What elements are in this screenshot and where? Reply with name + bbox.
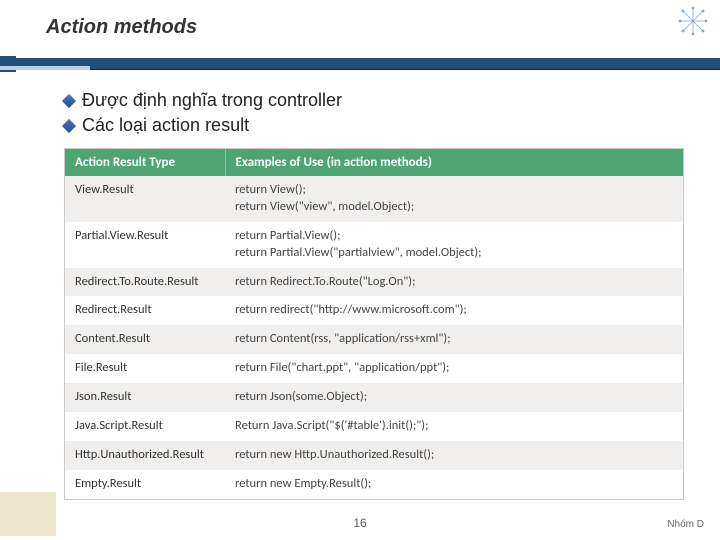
bullet-item: Được định nghĩa trong controller	[64, 90, 684, 111]
bullet-item: Các loại action result	[64, 115, 684, 136]
table-header-example: Examples of Use (in action methods)	[225, 149, 683, 176]
table-row: File.Resultreturn File("chart.ppt", "app…	[65, 354, 683, 383]
cell-type: Redirect.Result	[65, 296, 225, 325]
page-title: Action methods	[46, 16, 720, 39]
cell-type: Partial.View.Result	[65, 222, 225, 268]
cell-type: Json.Result	[65, 383, 225, 412]
table-row: Redirect.Resultreturn redirect("http://w…	[65, 296, 683, 325]
table-row: Redirect.To.Route.Resultreturn Redirect.…	[65, 268, 683, 297]
diamond-bullet-icon	[62, 94, 76, 108]
table-row: Json.Resultreturn Json(some.Object);	[65, 383, 683, 412]
table-row: Http.Unauthorized.Resultreturn new Http.…	[65, 441, 683, 470]
table-row: Content.Resultreturn Content(rss, "appli…	[65, 325, 683, 354]
cell-example: return View(); return View("view", model…	[225, 176, 683, 222]
table-header-type: Action Result Type	[65, 149, 225, 176]
bullet-text: Các loại action result	[82, 115, 249, 136]
cell-type: View.Result	[65, 176, 225, 222]
cell-example: return new Http.Unauthorized.Result();	[225, 441, 683, 470]
cell-example: return redirect("http://www.microsoft.co…	[225, 296, 683, 325]
cell-type: Content.Result	[65, 325, 225, 354]
cell-type: Empty.Result	[65, 470, 225, 499]
table-row: View.Resultreturn View(); return View("v…	[65, 176, 683, 222]
author-label: Nhóm D	[667, 519, 704, 530]
page-number: 16	[353, 516, 366, 530]
slide-footer: 16 Nhóm D	[0, 516, 720, 536]
table-header-row: Action Result Type Examples of Use (in a…	[65, 149, 683, 176]
cell-example: return File("chart.ppt", "application/pp…	[225, 354, 683, 383]
cell-type: File.Result	[65, 354, 225, 383]
table-row: Java.Script.ResultReturn Java.Script("$(…	[65, 412, 683, 441]
table-row: Partial.View.Resultreturn Partial.View()…	[65, 222, 683, 268]
bullet-text: Được định nghĩa trong controller	[82, 90, 342, 111]
cell-example: return Content(rss, "application/rss+xml…	[225, 325, 683, 354]
cell-example: return Partial.View(); return Partial.Vi…	[225, 222, 683, 268]
asterisk-icon	[678, 6, 708, 36]
action-result-table: Action Result Type Examples of Use (in a…	[64, 148, 684, 500]
cell-example: Return Java.Script("$('#table').init();"…	[225, 412, 683, 441]
cell-example: return Redirect.To.Route("Log.On");	[225, 268, 683, 297]
cell-type: Redirect.To.Route.Result	[65, 268, 225, 297]
cell-example: return new Empty.Result();	[225, 470, 683, 499]
diamond-bullet-icon	[62, 119, 76, 133]
cell-type: Java.Script.Result	[65, 412, 225, 441]
cell-type: Http.Unauthorized.Result	[65, 441, 225, 470]
content-area: Được định nghĩa trong controller Các loạ…	[0, 72, 720, 136]
header-bar	[0, 58, 720, 70]
table-row: Empty.Resultreturn new Empty.Result();	[65, 470, 683, 499]
footer-accent-square	[0, 492, 56, 536]
cell-example: return Json(some.Object);	[225, 383, 683, 412]
